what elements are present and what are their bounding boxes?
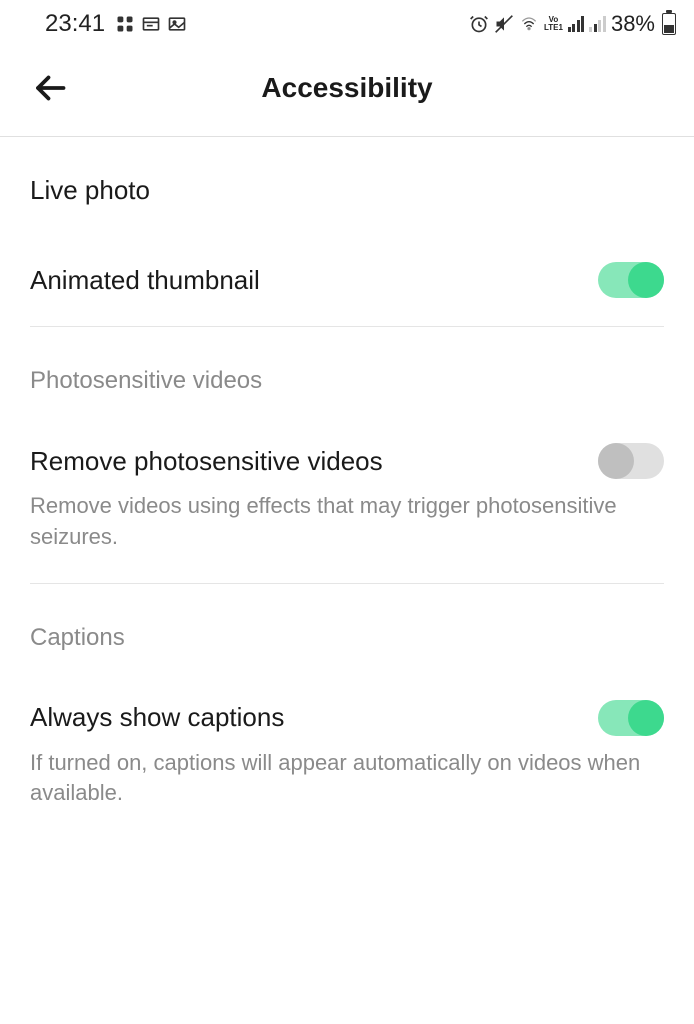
news-icon: [141, 14, 161, 34]
alarm-icon: [469, 14, 489, 34]
status-bar-right: Vo LTE1 38%: [469, 11, 676, 37]
captions-row[interactable]: Always show captions: [30, 672, 664, 748]
section-captions: Captions: [30, 584, 664, 662]
settings-content: Live photo Animated thumbnail Photosensi…: [0, 137, 694, 839]
battery-percent: 38%: [611, 11, 655, 37]
lte-text: LTE1: [544, 24, 563, 32]
status-bar: 23:41 Vo LTE1: [0, 0, 694, 48]
captions-description: If turned on, captions will appear autom…: [30, 748, 664, 840]
photosensitive-description: Remove videos using effects that may tri…: [30, 491, 664, 583]
setting-photosensitive-videos: Remove photosensitive videos Remove vide…: [30, 405, 664, 583]
photosensitive-toggle[interactable]: [598, 443, 664, 479]
signal-bars-2: [589, 16, 606, 32]
back-arrow-icon: [32, 70, 68, 106]
mute-icon: [494, 14, 514, 34]
status-bar-left: 23:41: [45, 10, 187, 38]
live-photo-label: Live photo: [30, 175, 150, 206]
animated-thumbnail-toggle[interactable]: [598, 262, 664, 298]
setting-live-photo[interactable]: Live photo: [30, 137, 664, 234]
captions-toggle[interactable]: [598, 700, 664, 736]
signal-bars-1: [568, 16, 585, 32]
status-time: 23:41: [45, 10, 105, 38]
setting-animated-thumbnail[interactable]: Animated thumbnail: [30, 234, 664, 326]
status-icons-left: [115, 14, 187, 34]
back-button[interactable]: [30, 68, 70, 108]
photosensitive-row[interactable]: Remove photosensitive videos: [30, 415, 664, 491]
section-photosensitive: Photosensitive videos: [30, 327, 664, 405]
setting-captions: Always show captions If turned on, capti…: [30, 662, 664, 840]
animated-thumbnail-label: Animated thumbnail: [30, 265, 260, 296]
slack-icon: [115, 14, 135, 34]
wifi-icon: [519, 14, 539, 34]
captions-label: Always show captions: [30, 702, 284, 733]
page-header: Accessibility: [0, 48, 694, 137]
battery-icon: [662, 13, 676, 35]
image-icon: [167, 14, 187, 34]
photosensitive-label: Remove photosensitive videos: [30, 446, 383, 477]
page-title: Accessibility: [261, 72, 432, 104]
volte-label: Vo LTE1: [544, 16, 563, 32]
